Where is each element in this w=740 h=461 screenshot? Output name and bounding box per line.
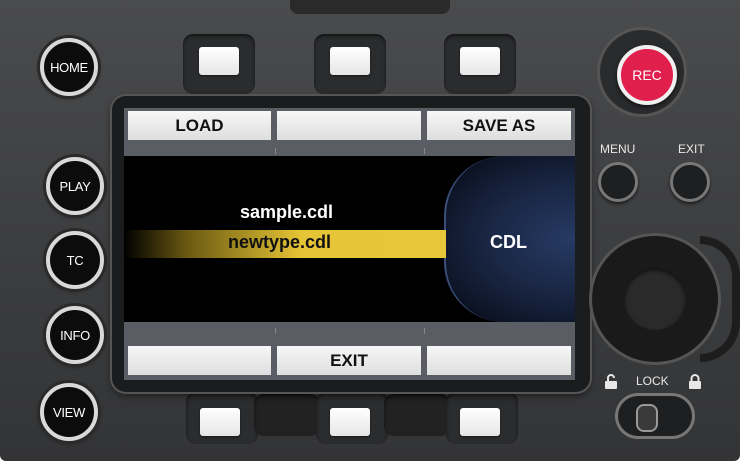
divider-tick — [275, 328, 276, 334]
top-menu-bar: LOAD SAVE AS — [124, 108, 575, 156]
divider-tick — [424, 328, 425, 334]
top-slot — [290, 0, 450, 14]
home-button[interactable]: HOME — [40, 38, 98, 96]
lock-switch-knob[interactable] — [636, 404, 658, 432]
menu-label: MENU — [600, 142, 636, 156]
tab-bottom-empty-2[interactable] — [427, 346, 571, 375]
jog-dial-center — [624, 268, 686, 330]
exit-button[interactable] — [670, 162, 710, 202]
file-item-selected[interactable]: newtype.cdl — [228, 232, 331, 253]
tc-button[interactable]: TC — [46, 231, 104, 289]
tab-load[interactable]: LOAD — [128, 111, 271, 140]
bottom-soft-key-1[interactable] — [200, 408, 240, 436]
top-soft-key-1[interactable] — [199, 47, 239, 75]
unlock-icon — [605, 374, 617, 389]
tab-save-as[interactable]: SAVE AS — [427, 111, 571, 140]
mode-label: CDL — [490, 232, 527, 252]
bottom-key-gap-2 — [384, 394, 450, 436]
divider-tick — [424, 148, 425, 154]
bottom-soft-key-3[interactable] — [460, 408, 500, 436]
bottom-key-gap-1 — [254, 394, 320, 436]
tab-bottom-empty-1[interactable] — [128, 346, 271, 375]
bottom-soft-key-2[interactable] — [330, 408, 370, 436]
lock-icon — [689, 374, 701, 389]
dial-guard — [700, 236, 740, 362]
top-soft-key-3[interactable] — [460, 47, 500, 75]
rec-button[interactable]: REC — [617, 45, 677, 105]
tab-exit[interactable]: EXIT — [277, 346, 421, 375]
play-button[interactable]: PLAY — [46, 157, 104, 215]
divider-tick — [275, 148, 276, 154]
camera-control-panel: HOME PLAY TC INFO VIEW LOAD SAVE AS CDL … — [0, 0, 740, 461]
view-button[interactable]: VIEW — [40, 383, 98, 441]
file-item-sample[interactable]: sample.cdl — [240, 202, 333, 223]
info-button[interactable]: INFO — [46, 306, 104, 364]
lock-label: LOCK — [636, 374, 669, 388]
tab-top-empty[interactable] — [277, 111, 421, 140]
menu-button[interactable] — [598, 162, 638, 202]
lcd-screen: LOAD SAVE AS CDL sample.cdl newtype.cdl … — [124, 108, 575, 380]
bottom-menu-bar: EXIT — [124, 322, 575, 380]
exit-label: EXIT — [678, 142, 705, 156]
top-soft-key-2[interactable] — [330, 47, 370, 75]
